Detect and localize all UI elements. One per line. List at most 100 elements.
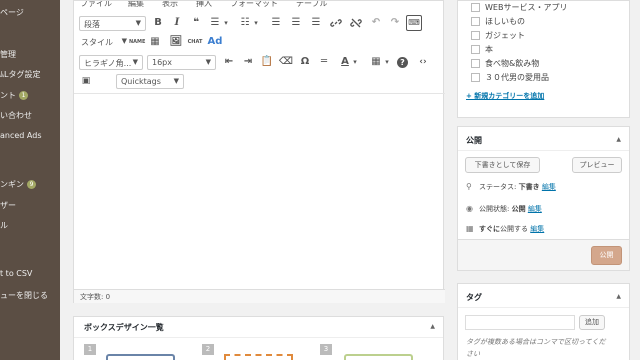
post-editor: ファイル 編集 表示 挿入 フォーマット テーブル 段落 ▼ B I ❝ ☰ ▾ … <box>73 0 445 303</box>
edit-status-link[interactable]: 編集 <box>542 183 556 191</box>
box-preview-1[interactable] <box>106 354 175 360</box>
style-select[interactable]: スタイル ▼ <box>79 35 127 50</box>
chat-button[interactable]: CHAT <box>187 34 203 50</box>
media-button[interactable]: ▣ <box>78 73 94 89</box>
eraser-button[interactable]: ⌫ <box>278 54 294 70</box>
sidebar-item-label: ザー <box>0 201 16 210</box>
tag-input[interactable] <box>465 315 575 330</box>
undo-button[interactable]: ↶ <box>368 15 384 31</box>
add-tag-button[interactable]: 追加 <box>579 315 605 330</box>
box-preview-2[interactable] <box>224 354 293 360</box>
paste-button[interactable]: 📋 <box>259 54 275 70</box>
preview-button[interactable]: プレビュー <box>572 157 622 173</box>
image-button[interactable]: 🖼 <box>168 34 184 50</box>
edit-visibility-link[interactable]: 編集 <box>528 205 542 213</box>
schedule-row: ▦ すぐに公開する 編集 <box>466 224 544 234</box>
font-size-select[interactable]: 16px ▼ <box>147 55 216 70</box>
publish-button[interactable]: 公開 <box>591 246 622 265</box>
category-checkbox[interactable] <box>471 45 480 54</box>
link-button[interactable] <box>328 15 344 31</box>
sidebar-item-html-tags[interactable]: ﾑLタグ設定 <box>0 69 60 80</box>
category-checkbox[interactable] <box>471 73 480 82</box>
sidebar-item-contact[interactable]: い合わせ <box>0 110 60 121</box>
collapse-arrow-icon[interactable]: ▲ <box>616 136 621 143</box>
panel-divider <box>74 337 443 338</box>
chevron-down-icon[interactable]: ▾ <box>252 15 260 31</box>
code-button[interactable]: ‹› <box>415 54 431 70</box>
category-item[interactable]: ガジェット <box>471 30 525 41</box>
align-center-button[interactable]: ☰ <box>288 15 304 31</box>
schedule-label: すぐに <box>479 225 500 233</box>
sidebar-item-tools[interactable]: ル <box>0 220 60 231</box>
toolbar-toggle-button[interactable]: ⌨ <box>406 15 422 31</box>
quicktags-select[interactable]: Quicktags ▼ <box>116 74 184 89</box>
editor-content-area[interactable] <box>74 94 443 288</box>
chevron-down-icon[interactable]: ▾ <box>351 54 359 70</box>
edit-schedule-link[interactable]: 編集 <box>530 225 544 233</box>
category-item[interactable]: 本 <box>471 44 493 55</box>
chevron-down-icon: ▼ <box>173 77 179 85</box>
category-checkbox[interactable] <box>471 59 480 68</box>
sidebar-item-users[interactable]: ザー <box>0 200 60 211</box>
category-item[interactable]: 食べ物&飲み物 <box>471 58 540 69</box>
save-draft-button[interactable]: 下書きとして保存 <box>465 157 540 173</box>
quote-button[interactable]: ❝ <box>188 15 204 31</box>
menu-file[interactable]: ファイル <box>80 1 112 9</box>
bullet-list-button[interactable]: ☰ <box>207 15 223 31</box>
sidebar-item-plugins[interactable]: ンギン 9 <box>0 179 60 190</box>
sidebar-item-manage[interactable]: 管理 <box>0 49 60 60</box>
collapse-arrow-icon[interactable]: ▲ <box>616 293 621 300</box>
name-button[interactable]: NAME <box>129 34 145 50</box>
horizontal-rule-button[interactable]: ═ <box>316 54 332 70</box>
box-design-panel: ボックスデザイン一覧 ▲ 1 2 3 <box>73 316 444 360</box>
category-label: 食べ物&飲み物 <box>485 59 540 68</box>
unlink-button[interactable] <box>348 15 364 31</box>
link-icon <box>330 19 342 27</box>
special-char-button[interactable]: Ω <box>297 54 313 70</box>
chevron-down-icon[interactable]: ▾ <box>222 15 230 31</box>
menu-view[interactable]: 表示 <box>162 1 178 9</box>
font-family-select[interactable]: ヒラギノ角... ▼ <box>79 55 143 70</box>
box-preview-3[interactable] <box>344 354 413 360</box>
sidebar-item-comments[interactable]: ント 1 <box>0 90 60 101</box>
insert-table-button[interactable]: ▦ <box>368 54 384 70</box>
panel-divider <box>458 150 629 151</box>
tags-title: タグ <box>466 293 482 302</box>
align-left-button[interactable]: ☰ <box>268 15 284 31</box>
category-checkbox[interactable] <box>471 3 480 12</box>
ad-button[interactable]: Ad <box>207 34 223 50</box>
align-right-button[interactable]: ☰ <box>308 15 324 31</box>
sidebar-item-export-csv[interactable]: t to CSV <box>0 269 60 278</box>
help-button[interactable]: ? <box>397 57 408 68</box>
category-checkbox[interactable] <box>471 31 480 40</box>
menu-format[interactable]: フォーマット <box>230 1 278 9</box>
sidebar-item-pages[interactable]: ページ <box>0 7 60 18</box>
menu-edit[interactable]: 編集 <box>128 1 144 9</box>
category-checkbox[interactable] <box>471 17 480 26</box>
redo-button[interactable]: ↷ <box>387 15 403 31</box>
chevron-down-icon[interactable]: ▾ <box>383 54 391 70</box>
sidebar-item-collapse-menu[interactable]: ューを閉じる <box>0 290 60 301</box>
category-item[interactable]: ３０代男の愛用品 <box>471 72 549 83</box>
format-select[interactable]: 段落 ▼ <box>79 16 146 31</box>
menu-insert[interactable]: 挿入 <box>196 1 212 9</box>
bold-button[interactable]: B <box>150 15 166 31</box>
collapse-arrow-icon[interactable]: ▲ <box>430 323 435 330</box>
visibility-row: ◉ 公開状態: 公開 編集 <box>466 204 542 214</box>
italic-button[interactable]: I <box>169 15 185 31</box>
panel-divider <box>458 307 629 308</box>
outdent-button[interactable]: ⇤ <box>221 54 237 70</box>
table-button[interactable]: ▦ <box>147 34 163 50</box>
visibility-label: 公開状態: <box>479 205 512 213</box>
menu-table[interactable]: テーブル <box>296 1 328 9</box>
numbered-list-button[interactable]: ☷ <box>237 15 253 31</box>
word-count: 文字数: 0 <box>80 293 111 301</box>
sidebar-item-label: ﾑLタグ設定 <box>0 70 41 79</box>
indent-button[interactable]: ⇥ <box>240 54 256 70</box>
sidebar-item-advanced-ads[interactable]: anced Ads <box>0 131 60 140</box>
category-label: ガジェット <box>485 31 525 40</box>
category-item[interactable]: ほしいもの <box>471 16 525 27</box>
add-category-link[interactable]: + 新規カテゴリーを追加 <box>466 91 544 101</box>
status-row: ⚲ ステータス: 下書き 編集 <box>466 182 556 192</box>
category-item[interactable]: WEBサービス・アプリ <box>471 2 567 13</box>
